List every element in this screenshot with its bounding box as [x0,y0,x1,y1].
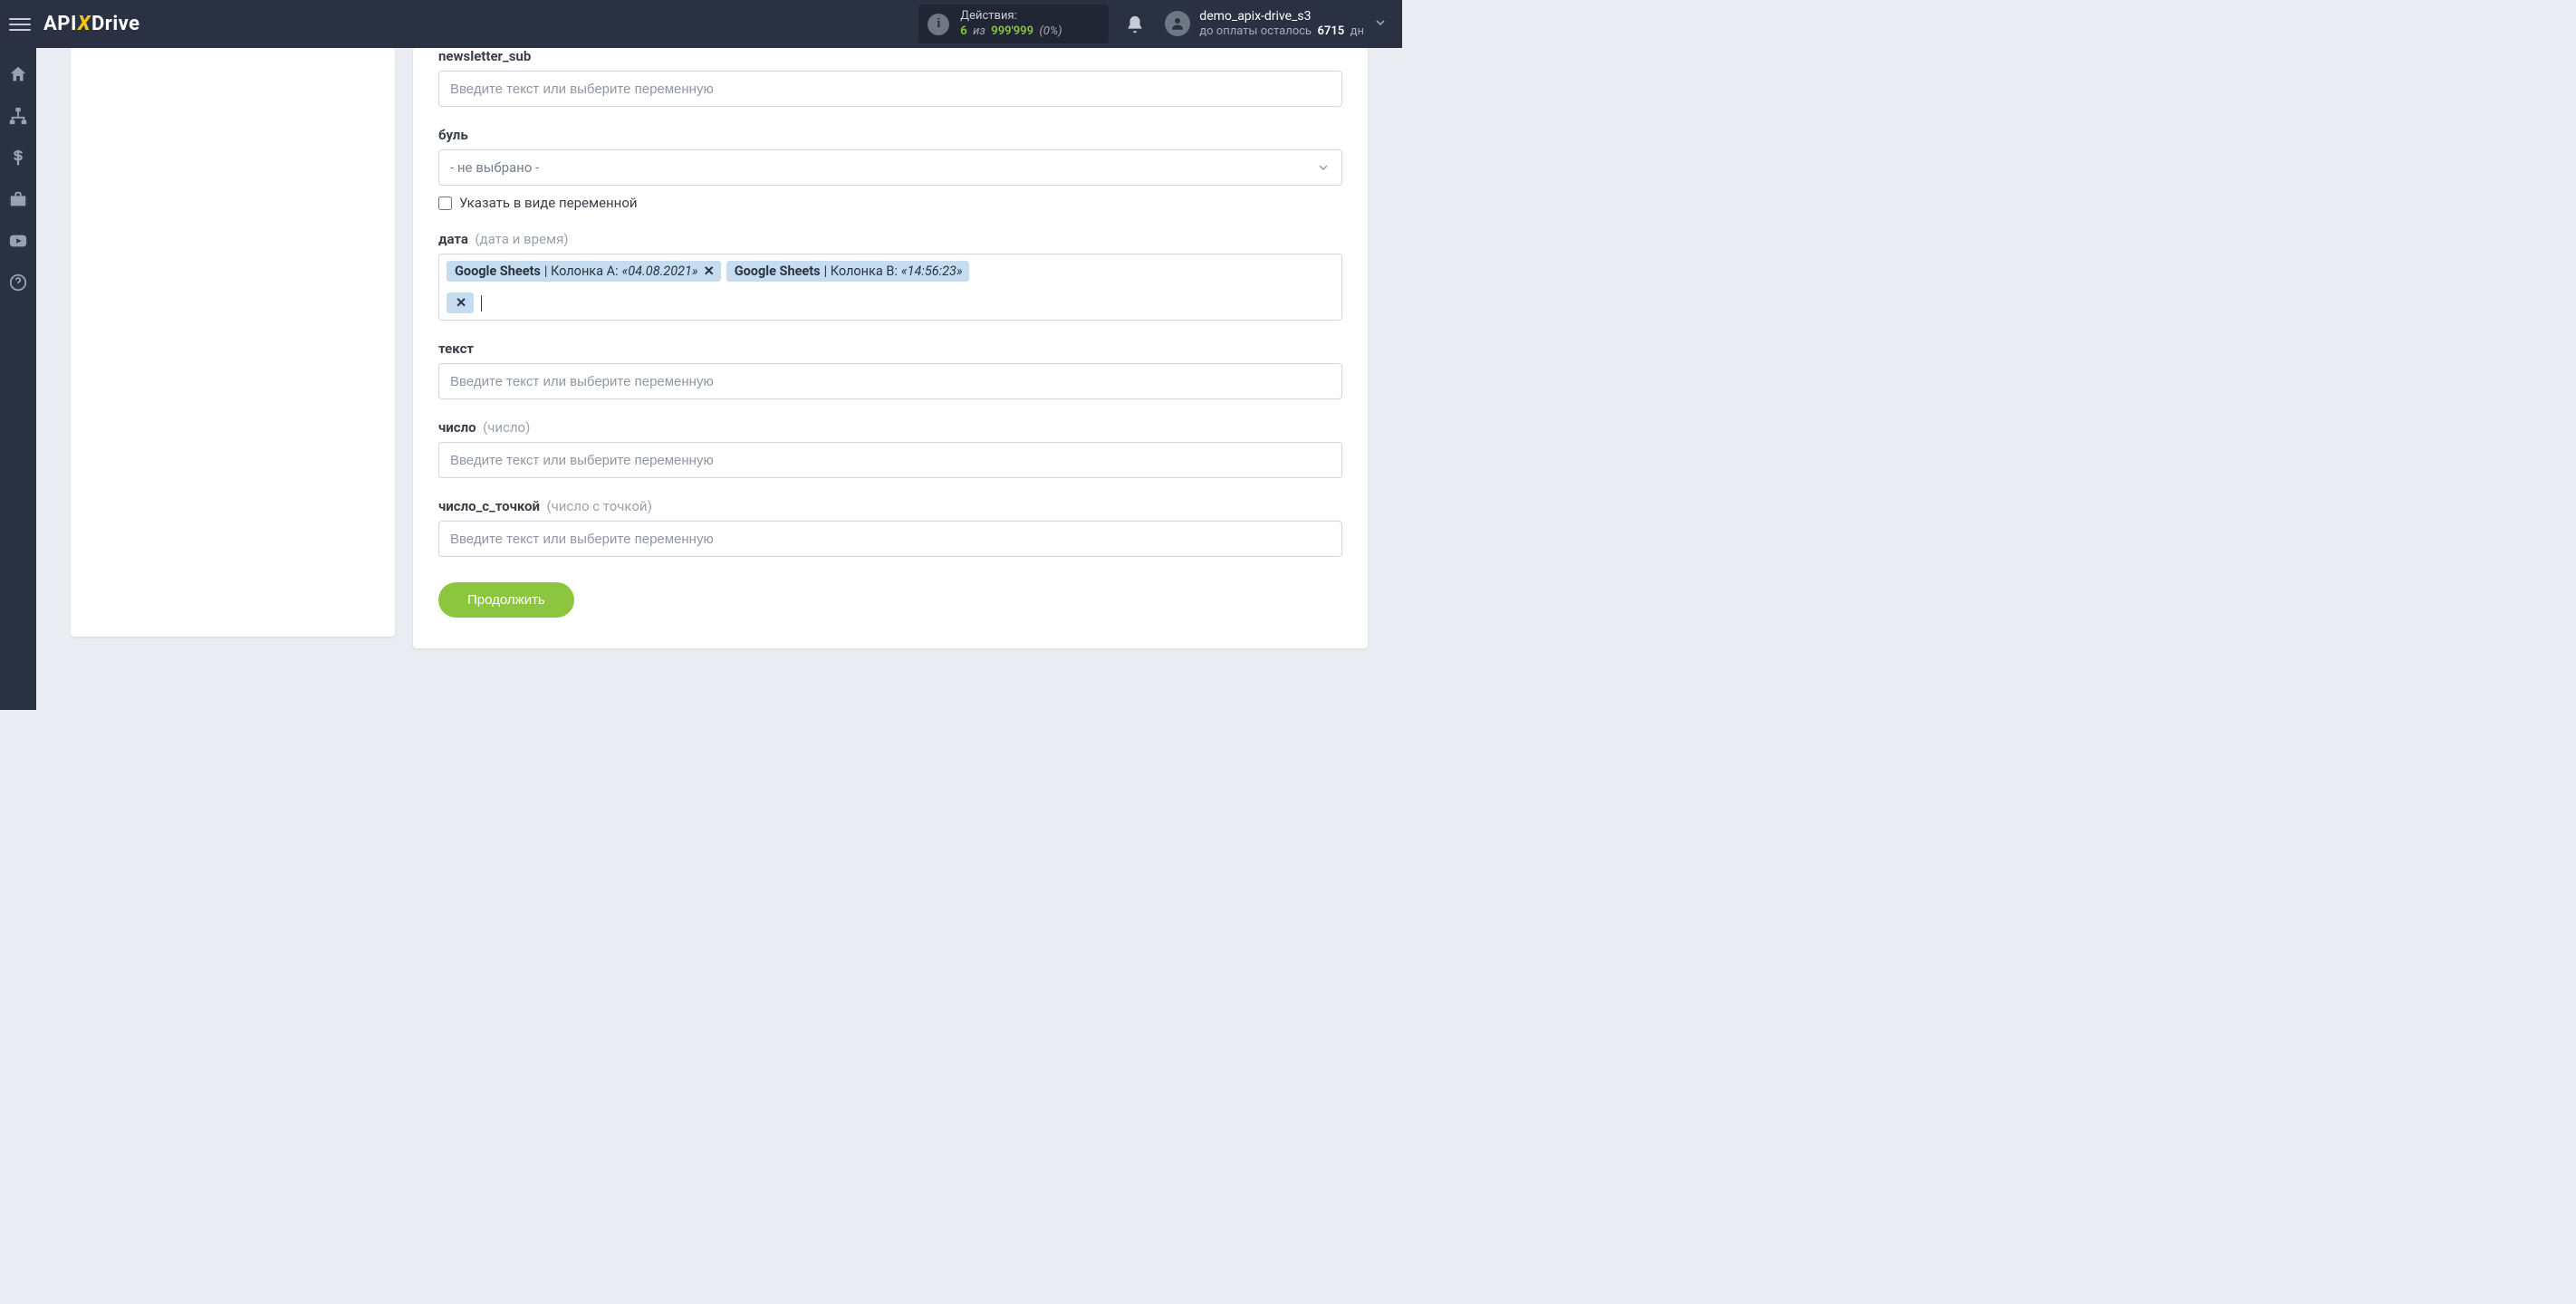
info-icon: i [928,14,949,35]
user-name: demo_apix-drive_s3 [1199,9,1364,24]
text-caret [481,295,482,312]
form-card: newsletter_sub буль - не выбрано - Указа… [413,48,1368,648]
variable-tag[interactable]: Google Sheets | Колонка A: «04.08.2021» … [447,261,721,282]
logo-text-drive: Drive [91,13,140,35]
label-date: дата (дата и время) [438,231,1342,247]
actions-count-line: 6 из 999'999 (0%) [960,24,1062,39]
user-menu[interactable]: demo_apix-drive_s3 до оплаты осталось 67… [1165,9,1364,38]
tag-remove-icon[interactable]: ✕ [456,295,466,311]
user-payment-info: до оплаты осталось 6715 дн [1199,24,1364,39]
brand-logo[interactable]: API X Drive [43,13,140,35]
input-text[interactable] [438,363,1342,399]
label-newsletter-sub: newsletter_sub [438,48,1342,64]
nav-youtube-icon[interactable] [8,231,28,251]
actions-label: Действия: [960,9,1062,24]
notifications-icon[interactable] [1125,14,1145,34]
field-bool: буль - не выбрано - Указать в виде перем… [438,127,1342,211]
field-newsletter-sub: newsletter_sub [438,48,1342,107]
label-bool: буль [438,127,1342,143]
field-number-dot: число_с_точкой (число с точкой) [438,498,1342,557]
tag-remove-standalone[interactable]: ✕ [447,292,474,313]
menu-toggle[interactable] [9,14,31,35]
chevron-down-icon[interactable] [1373,15,1393,34]
input-newsletter-sub[interactable] [438,71,1342,107]
side-panel-card [71,48,395,637]
nav-home-icon[interactable] [8,64,28,84]
variable-tag[interactable]: Google Sheets | Колонка B: «14:56:23» [726,261,969,282]
field-number: число (число) [438,419,1342,478]
label-number: число (число) [438,419,1342,436]
input-date-tags[interactable]: Google Sheets | Колонка A: «04.08.2021» … [438,254,1342,321]
user-avatar-icon [1165,11,1190,36]
left-sidebar-nav [0,48,36,710]
chevron-down-icon [1316,160,1331,175]
actions-counter[interactable]: i Действия: 6 из 999'999 (0%) [918,5,1109,43]
nav-help-icon[interactable] [8,273,28,292]
nav-dollar-icon[interactable] [8,148,28,168]
checkbox-bool-input[interactable] [438,197,452,210]
top-header: API X Drive i Действия: 6 из 999'999 (0%… [0,0,1402,48]
field-date: дата (дата и время) Google Sheets | Коло… [438,231,1342,321]
input-number-dot[interactable] [438,521,1342,557]
continue-button[interactable]: Продолжить [438,582,574,618]
tag-remove-icon[interactable]: ✕ [704,264,715,279]
checkbox-bool-label: Указать в виде переменной [459,195,638,211]
label-number-dot: число_с_точкой (число с точкой) [438,498,1342,514]
field-text: текст [438,340,1342,399]
logo-text-api: API [43,13,77,35]
content-area: newsletter_sub буль - не выбрано - Указа… [36,48,1402,710]
label-text: текст [438,340,1342,357]
checkbox-bool-variable[interactable]: Указать в виде переменной [438,195,1342,211]
nav-sitemap-icon[interactable] [8,106,28,126]
input-number[interactable] [438,442,1342,478]
nav-briefcase-icon[interactable] [8,189,28,209]
select-bool[interactable]: - не выбрано - [438,149,1342,186]
logo-text-x: X [78,13,91,35]
